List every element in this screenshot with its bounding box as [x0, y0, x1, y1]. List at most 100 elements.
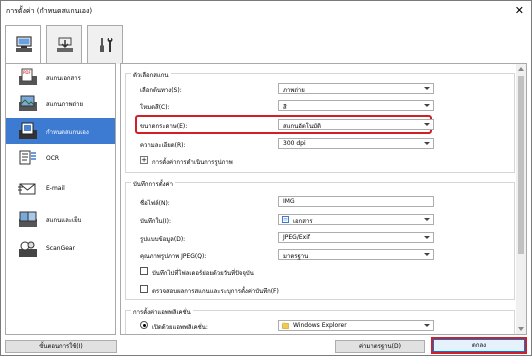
chevron-down-icon: [424, 253, 430, 256]
chevron-down-icon: [424, 87, 430, 90]
color-mode-value: สี: [283, 104, 287, 111]
open-with-label: เปิดด้วยแอพพลิเคชั่น:: [152, 324, 208, 331]
resolution-value: 300 dpi: [283, 140, 306, 147]
chevron-down-icon: [424, 104, 430, 107]
document-scan-icon: PDF: [19, 68, 37, 85]
general-settings-tools-icon: [100, 38, 113, 52]
data-format-value: JPEG/Exif: [283, 234, 310, 241]
subfolder-checkbox[interactable]: [140, 267, 148, 275]
instructions-button[interactable]: ขั้นตอนการใช้(I): [5, 340, 117, 353]
sidebar-item-label: ScanGear: [46, 245, 76, 252]
chevron-down-icon: [424, 324, 430, 327]
scrollbar-thumb[interactable]: [518, 76, 524, 254]
sidebar-item-custom-scan[interactable]: กำหนดสแกนเอง: [6, 118, 115, 144]
tab-general-settings[interactable]: [87, 25, 123, 64]
resolution-row: ความละเอียด(R): 300 dpi: [126, 138, 516, 150]
check-results-label: ตรวจสอบผลการสแกนและระบุการตั้งค่าบันทึก(…: [152, 288, 279, 295]
sidebar-item-label: สแกนและเย็บ: [46, 217, 82, 224]
jpeg-quality-label: คุณภาพรูปภาพ JPEG(Q):: [140, 253, 207, 260]
jpeg-quality-select[interactable]: มาตรฐาน: [278, 249, 434, 260]
sidebar-item-ocr[interactable]: OCR: [6, 146, 115, 172]
tab-scan-from-operation-panel[interactable]: [46, 25, 82, 64]
app-settings-group: การตั้งค่าแอพพลิเคชั่น เปิดด้วยแอพพลิเคช…: [125, 307, 516, 334]
source-value: ภาพถ่าย: [283, 87, 305, 94]
file-name-input[interactable]: IMG: [278, 196, 434, 207]
save-in-value: เอกสาร: [293, 218, 313, 225]
sidebar-item-label: สแกนเอกสาร: [46, 75, 81, 82]
photo-scan-icon: [19, 95, 37, 111]
window-title: การตั้งค่า (กำหนดสแกนเอง): [6, 7, 93, 15]
paper-size-label: ขนาดกระดาษ(E):: [140, 123, 188, 130]
defaults-button[interactable]: ค่ามาตรฐาน(D): [335, 340, 425, 353]
sidebar-item-stitch[interactable]: สแกนและเย็บ: [6, 206, 115, 232]
paper-size-value: สแกนอัตโนมัติ: [283, 123, 321, 130]
subfolder-label: บันทึกไปที่โฟลเดอร์ย่อยด้วยวันที่ปัจจุบั…: [152, 270, 254, 277]
subfolder-row[interactable]: บันทึกไปที่โฟลเดอร์ย่อยด้วยวันที่ปัจจุบั…: [126, 266, 516, 278]
ocr-icon: [19, 150, 36, 165]
vertical-scrollbar[interactable]: [516, 64, 526, 334]
save-settings-title: บันทึกการตั้งค่า: [131, 179, 175, 189]
scroll-down-icon[interactable]: [518, 327, 524, 331]
resolution-label: ความละเอียด(R):: [140, 142, 186, 149]
source-row: เลือกต้นทาง(S): ภาพถ่าย: [126, 83, 516, 95]
scroll-up-icon[interactable]: [518, 67, 524, 71]
data-format-select[interactable]: JPEG/Exif: [278, 232, 434, 243]
source-label: เลือกต้นทาง(S):: [140, 87, 182, 94]
chevron-down-icon: [424, 236, 430, 239]
open-with-row: เปิดด้วยแอพพลิเคชั่น: Windows Explorer: [126, 320, 516, 332]
sidebar-item-email[interactable]: E-mail: [6, 176, 115, 202]
email-icon: [18, 183, 36, 195]
color-mode-label: โหมดสี(C):: [140, 104, 170, 111]
chevron-down-icon: [424, 218, 430, 221]
folder-icon: [282, 216, 289, 223]
settings-panel: ตัวเลือกสแกน เลือกต้นทาง(S): ภาพถ่าย โหม…: [120, 63, 527, 335]
sidebar-item-label: สแกนภาพถ่าย: [46, 101, 84, 108]
jpeg-quality-value: มาตรฐาน: [283, 253, 309, 260]
expand-icon[interactable]: +: [140, 156, 148, 164]
tab-scan-from-computer[interactable]: [5, 25, 41, 65]
save-settings-group: บันทึกการตั้งค่า ชื่อไฟล์(N): IMG บันทึก…: [125, 179, 516, 300]
save-in-label: บันทึกใน(I):: [140, 218, 172, 225]
sidebar-item-document-scan[interactable]: PDF สแกนเอกสาร: [6, 64, 115, 90]
chevron-down-icon: [424, 123, 430, 126]
ok-button[interactable]: ตกลง: [431, 337, 527, 354]
check-results-row[interactable]: ตรวจสอบผลการสแกนและระบุการตั้งค่าบันทึก(…: [126, 284, 516, 296]
scan-options-group: ตัวเลือกสแกน เลือกต้นทาง(S): ภาพถ่าย โหม…: [125, 70, 516, 173]
open-with-select[interactable]: Windows Explorer: [278, 320, 434, 331]
data-format-row: รูปแบบข้อมูล(D): JPEG/Exif: [126, 232, 516, 244]
open-with-value: Windows Explorer: [293, 322, 347, 329]
scan-options-title: ตัวเลือกสแกน: [131, 70, 171, 80]
open-with-radio[interactable]: [140, 321, 148, 329]
app-settings-title: การตั้งค่าแอพพลิเคชั่น: [131, 307, 193, 317]
sidebar-item-photo-scan[interactable]: สแกนภาพถ่าย: [6, 90, 115, 116]
chevron-down-icon: [424, 142, 430, 145]
sidebar-item-label: OCR: [46, 155, 60, 162]
sidebar-item-label: E-mail: [46, 185, 65, 192]
save-in-select[interactable]: เอกสาร: [278, 214, 434, 225]
color-mode-row: โหมดสี(C): สี: [126, 100, 516, 112]
jpeg-quality-row: คุณภาพรูปภาพ JPEG(Q): มาตรฐาน: [126, 249, 516, 261]
stitch-icon: [19, 211, 37, 227]
folder-icon: [282, 322, 289, 329]
resolution-select[interactable]: 300 dpi: [278, 138, 434, 149]
source-select[interactable]: ภาพถ่าย: [278, 83, 434, 94]
image-processing-label: การตั้งค่าการดำเนินการรูปภาพ: [152, 159, 233, 166]
sidebar-item-label: กำหนดสแกนเอง: [46, 129, 89, 136]
image-processing-row[interactable]: + การตั้งค่าการดำเนินการรูปภาพ: [126, 155, 516, 167]
settings-scroll-area: ตัวเลือกสแกน เลือกต้นทาง(S): ภาพถ่าย โหม…: [121, 64, 517, 334]
scangear-icon: [19, 241, 37, 257]
data-format-label: รูปแบบข้อมูล(D):: [140, 236, 186, 243]
paper-size-select[interactable]: สแกนอัตโนมัติ: [278, 119, 434, 130]
svg-text:PDF: PDF: [23, 70, 31, 75]
sidebar-item-scangear[interactable]: ScanGear: [6, 236, 115, 262]
paper-size-row: ขนาดกระดาษ(E): สแกนอัตโนมัติ: [126, 119, 516, 131]
file-name-value: IMG: [283, 198, 295, 205]
close-icon[interactable]: ✕: [515, 4, 524, 17]
check-results-checkbox[interactable]: [140, 285, 148, 293]
settings-dialog: การตั้งค่า (กำหนดสแกนเอง) ✕ PDF สแกนเอกส…: [0, 0, 532, 356]
save-in-row: บันทึกใน(I): เอกสาร: [126, 214, 516, 226]
scan-from-operation-panel-icon: [57, 37, 73, 52]
color-mode-select[interactable]: สี: [278, 100, 434, 111]
file-name-label: ชื่อไฟล์(N):: [140, 200, 170, 207]
scan-mode-sidebar: PDF สแกนเอกสาร สแกนภาพถ่าย กำหนดสแกนเอง: [5, 63, 116, 335]
